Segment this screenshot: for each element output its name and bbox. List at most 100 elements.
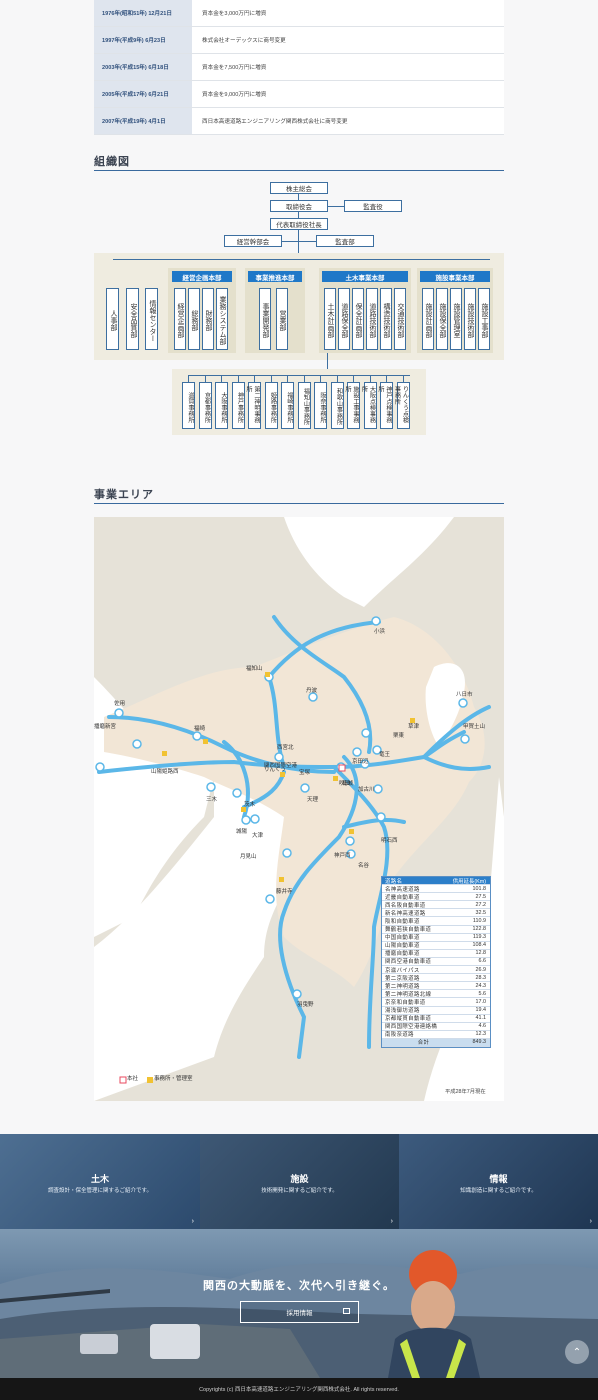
map-place-label: 西宮北 (277, 745, 294, 751)
footer: Copyrights (c) 西日本高速道路エンジニアリング関西株式会社. Al… (0, 1378, 598, 1400)
map-place-label: 天理 (307, 797, 319, 803)
chevron-right-icon: › (390, 1218, 393, 1225)
route-name: 第二神明道路北線 (385, 991, 432, 998)
map-place-label: りんくう (264, 767, 286, 773)
history-desc: 資本金を3,000万円に増資 (202, 11, 267, 17)
board-box: 取締役会 (270, 200, 328, 212)
dept-box: 交通技術部 (394, 288, 406, 350)
dept-box: 施設計画部 (422, 288, 434, 350)
connector (353, 375, 354, 382)
history-desc: 資本金を9,000万円に増資 (202, 92, 267, 98)
promo-subtitle: 調査設計・保全管理に関するご紹介です。 (48, 1188, 152, 1194)
route-name: 関西国際空港連絡橋 (385, 1024, 438, 1031)
recruit-catchphrase: 関西の大動脈を、次代へ引き継ぐ。 (203, 1279, 395, 1292)
president-box: 代表取締役社長 (270, 218, 328, 230)
map-place-label: 小浜 (374, 629, 386, 635)
route-length-table: 道路名 供用延長(Km) 名神高速道路 101.8 近畿自動車道 27.5 西名阪自動車道… (381, 876, 491, 1048)
scroll-to-top-button[interactable]: ⌃ (565, 1340, 589, 1364)
map-place-label: 城陽 (236, 829, 248, 835)
map-place-label: 山陽姫路西 (151, 769, 179, 775)
mgmt-council-box: 経営幹部会 (224, 235, 282, 247)
map-place-label: 播磨新宮 (94, 724, 117, 730)
map-place-label: 名谷 (358, 863, 370, 869)
connector (320, 375, 321, 382)
route-length: 41.1 (475, 1015, 487, 1022)
route-length: 27.5 (475, 893, 487, 900)
recruit-button[interactable]: 採用情報 (240, 1301, 359, 1323)
map-place-label: 八日市 (456, 692, 473, 698)
history-row: 2007年(平成19年) 4月1日 西日本高速道路エンジニアリング関西株式会社に商… (94, 108, 504, 135)
connector (188, 375, 189, 382)
division-header: 経営企画本部 (172, 271, 232, 282)
route-rows: 名神高速道路 101.8 近畿自動車道 27.5 西名阪自動車道 27.2 新名神高速道路 3… (382, 885, 490, 1039)
history-row: 2005年(平成17年) 6月21日 資本金を9,000万円に増資 (94, 81, 504, 108)
connector (221, 375, 222, 382)
connector (237, 375, 239, 382)
promo-title: 施設 (290, 1175, 309, 1185)
map-place-label: 佐用 (114, 701, 126, 707)
route-length: 122.8 (472, 926, 487, 933)
dept-box: 道路保全部 (338, 288, 350, 350)
org-chart-title: 組織図 (94, 155, 130, 168)
route-name: 播磨自動車道 (385, 951, 420, 958)
chevron-right-icon: › (589, 1218, 592, 1225)
route-length: 19.4 (475, 1007, 487, 1014)
history-row: 1976年(昭和51年) 12月21日 資本金を3,000万円に増資 (94, 0, 504, 27)
map-place-label: 宝塚 (299, 770, 311, 776)
map-place-label: 甲賀土山 (463, 724, 486, 730)
office-box: 京都事務所 (198, 382, 212, 429)
as-of-note: 平成28年7月現在 (445, 1089, 486, 1095)
dept-box: 情報センター (145, 288, 158, 350)
dept-box: 施設管理室 (450, 288, 462, 350)
office-box: 大阪点検事務所 (361, 382, 377, 429)
route-name: 新名神高速道路 (385, 910, 426, 917)
map-place-label: 三木 (206, 797, 218, 803)
dept-box: 営業部 (276, 288, 288, 350)
map-place-label: 丹波 (306, 688, 318, 694)
route-length: 6.6 (478, 958, 487, 965)
dept-box: 安全品質部 (126, 288, 139, 350)
history-table: 1976年(昭和51年) 12月21日 資本金を3,000万円に増資 1997年(… (94, 0, 504, 135)
route-name: 関西空港自動車道 (385, 959, 432, 966)
route-name: 舞鶴若狭自動車道 (385, 927, 432, 934)
map-place-label: 福崎 (194, 726, 206, 732)
route-header-name: 道路名 (385, 878, 403, 885)
map-place-label: 葛城 (342, 781, 354, 787)
route-name: 近畿自動車道 (385, 894, 420, 901)
promo-civil[interactable]: 土木 調査設計・保全管理に関するご紹介です。 › (0, 1134, 200, 1229)
connector (402, 375, 404, 382)
promo-facility[interactable]: 施設 技術開発に関するご紹介です。 › (200, 1134, 399, 1229)
connector (369, 375, 371, 382)
copyright: Copyrights (c) 西日本高速道路エンジニアリング関西株式会社. Al… (199, 1387, 399, 1393)
audit-dept-box: 監査部 (316, 235, 374, 247)
connector (303, 375, 305, 382)
route-total-value: 849.3 (472, 1039, 487, 1046)
office-box: 福知山事務所 (297, 382, 311, 429)
route-length: 101.8 (472, 885, 487, 892)
route-name: 第二京阪道路 (385, 975, 420, 982)
history-row: 2003年(平成15年) 6月18日 資本金を7,500万円に増資 (94, 54, 504, 81)
map-place-label: 京田辺 (352, 759, 369, 765)
route-length: 17.0 (475, 998, 487, 1005)
office-box: 神戸点検事務所 (377, 382, 393, 429)
promo-information[interactable]: 情報 知識創造に関するご紹介です。 › (399, 1134, 598, 1229)
history-date: 1976年(昭和51年) 12月21日 (94, 0, 192, 26)
route-length: 28.3 (475, 974, 487, 981)
promo-title: 土木 (90, 1175, 109, 1185)
section-divider (94, 170, 504, 171)
dept-box: 構造技術部 (380, 288, 392, 350)
dept-box: 業務システム部 (216, 288, 228, 350)
division-header: 事業推進本部 (248, 271, 302, 282)
dept-box: 総務部 (188, 288, 200, 350)
dept-box: 事業開発部 (259, 288, 271, 350)
office-box: 大阪事務所 (215, 382, 228, 429)
history-date: 2007年(平成19年) 4月1日 (94, 108, 192, 134)
connector (270, 375, 272, 382)
connector (113, 259, 490, 260)
history-date: 1997年(平成9年) 6月23日 (94, 27, 192, 53)
map-place-label: 明石西 (381, 838, 398, 844)
route-name: 西名阪自動車道 (385, 902, 426, 909)
history-date: 2003年(平成15年) 6月18日 (94, 54, 192, 80)
office-box: 施設工事事務所 (344, 382, 360, 429)
route-name: 阪和自動車道 (385, 919, 420, 926)
